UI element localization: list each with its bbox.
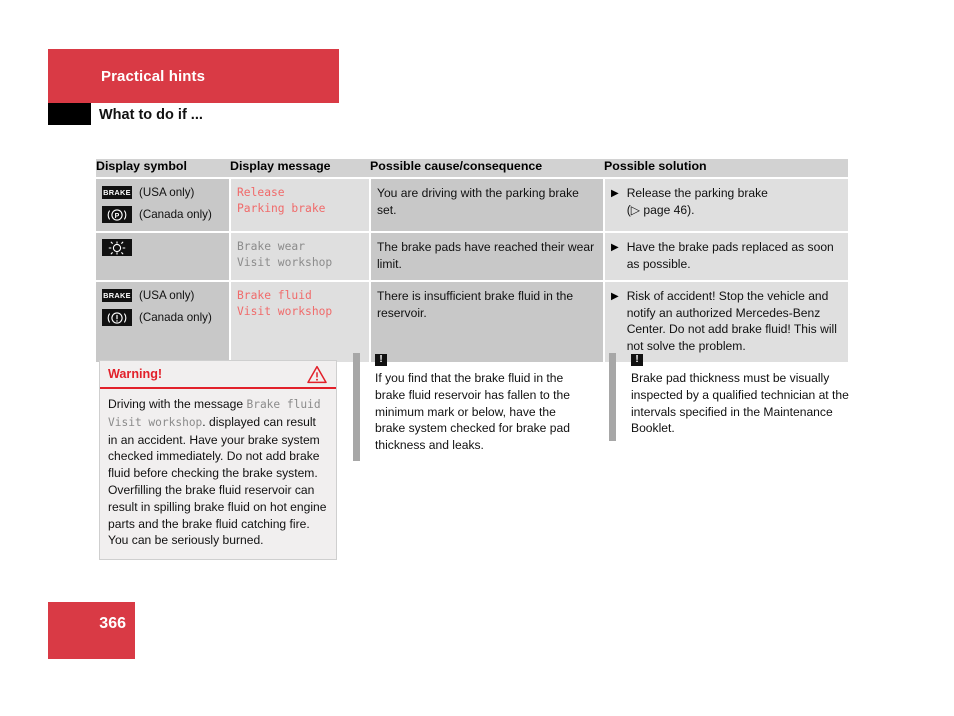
warning-triangle-icon [307, 365, 327, 389]
warning-text-lead: Driving with the message [108, 397, 247, 411]
brake-fluid-warning-icon [102, 309, 132, 326]
display-message-text: Brake wear Visit workshop [237, 240, 333, 269]
symbol-region-note: (Canada only) [139, 311, 212, 324]
page-number-block: 366 [48, 602, 135, 659]
cell-solution: ▶ Have the brake pads replaced as soon a… [604, 231, 848, 281]
brake-text-icon: BRAKE [102, 186, 132, 199]
brake-wear-lamp-icon [102, 239, 132, 256]
note-box-brake-pad: ! Brake pad thickness must be visually i… [609, 353, 849, 441]
cell-cause: The brake pads have reached their wear l… [370, 231, 605, 281]
cell-solution: ▶ Release the parking brake (▷ page 46). [604, 177, 848, 232]
column-header-cause: Possible cause/consequence [370, 159, 604, 178]
table-row: BRAKE (USA only) (Canada only) Brake flu… [96, 280, 848, 362]
exclamation-box-icon: ! [631, 354, 643, 366]
solution-text: Have the brake pads replaced as soon as … [626, 240, 834, 271]
symbol-entry: P (Canada only) [102, 206, 221, 223]
parking-brake-p-icon: P [102, 206, 132, 223]
solution-bullet-icon: ▶ [611, 291, 619, 302]
note-accent-bar [609, 353, 616, 441]
warning-box: Warning! Driving with the message Brake … [99, 360, 337, 561]
symbol-region-note: (Canada only) [139, 208, 212, 221]
note-box-brake-fluid: ! If you find that the brake fluid in th… [353, 353, 583, 461]
chapter-header-bar: Practical hints [48, 49, 339, 103]
cell-display-symbol [96, 231, 231, 281]
cell-cause: You are driving with the parking brake s… [370, 177, 605, 232]
chapter-title: Practical hints [101, 68, 206, 85]
table-header-row: Display symbol Display message Possible … [96, 159, 848, 178]
symbol-entry [102, 239, 221, 256]
display-message-text: Release Parking brake [237, 186, 326, 215]
note-accent-bar [353, 353, 360, 461]
cause-text: You are driving with the parking brake s… [377, 186, 579, 217]
table-row: Brake wear Visit workshop The brake pads… [96, 231, 848, 281]
section-title: What to do if ... [99, 107, 203, 123]
cell-solution: ▶ Risk of accident! Stop the vehicle and… [604, 280, 848, 362]
cause-text: There is insufficient brake fluid in the… [377, 289, 574, 320]
solution-text: Release the parking brake (▷ page 46). [626, 186, 768, 217]
symbol-entry: BRAKE (USA only) [102, 185, 221, 200]
brake-text-icon: BRAKE [102, 289, 132, 302]
display-messages-table: Display symbol Display message Possible … [96, 159, 848, 362]
symbol-entry: (Canada only) [102, 309, 221, 326]
note-text: Brake pad thickness must be visually ins… [631, 371, 849, 436]
warning-title: Warning! [108, 367, 163, 381]
warning-body: Driving with the message Brake fluid Vis… [100, 389, 336, 559]
cause-text: The brake pads have reached their wear l… [377, 240, 595, 271]
column-header-display-symbol: Display symbol [96, 159, 230, 178]
cell-display-message: Release Parking brake [230, 177, 371, 232]
warning-box-header: Warning! [100, 361, 336, 389]
solution-text: Risk of accident! Stop the vehicle and n… [626, 289, 837, 353]
page-number: 366 [99, 615, 126, 632]
cell-display-symbol: BRAKE (USA only) P (Canada only) [96, 177, 231, 232]
column-header-display-message: Display message [230, 159, 370, 178]
cell-display-symbol: BRAKE (USA only) (Canada only) [96, 280, 231, 362]
column-header-solution: Possible solution [604, 159, 848, 178]
cell-cause: There is insufficient brake fluid in the… [370, 280, 605, 362]
solution-bullet-icon: ▶ [611, 242, 619, 253]
svg-text:P: P [115, 213, 120, 220]
document-page: Practical hints What to do if ... Displa… [0, 0, 954, 716]
symbol-entry: BRAKE (USA only) [102, 288, 221, 303]
warning-text-rest: . displayed can result in an accident. H… [108, 414, 327, 548]
display-message-text: Brake fluid Visit workshop [237, 289, 333, 318]
solution-bullet-icon: ▶ [611, 188, 619, 199]
section-tab-marker [48, 103, 91, 125]
note-text: If you find that the brake fluid in the … [375, 371, 570, 453]
symbol-region-note: (USA only) [139, 186, 195, 199]
cell-display-message: Brake fluid Visit workshop [230, 280, 371, 362]
symbol-region-note: (USA only) [139, 289, 195, 302]
exclamation-box-icon: ! [375, 354, 387, 366]
cell-display-message: Brake wear Visit workshop [230, 231, 371, 281]
table-row: BRAKE (USA only) P (Canada only) Release… [96, 177, 848, 232]
